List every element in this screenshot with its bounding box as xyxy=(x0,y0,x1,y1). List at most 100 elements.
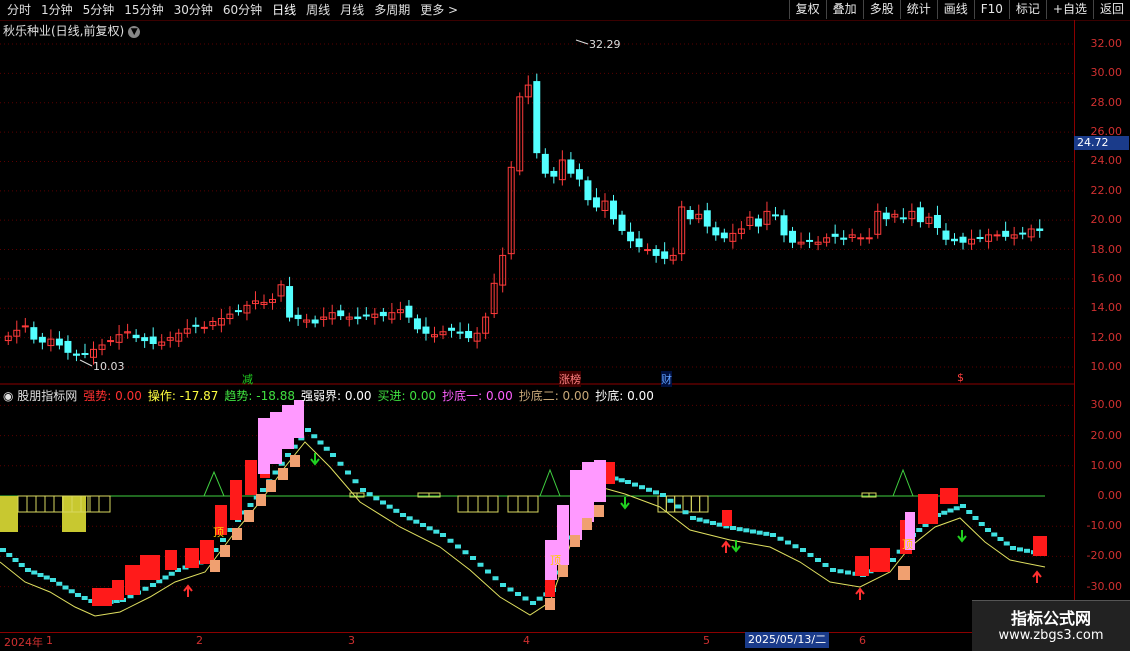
indicator-bar xyxy=(112,580,124,600)
chart-canvas[interactable] xyxy=(0,0,1130,650)
indicator-field: 强弱界: 0.00 xyxy=(300,389,372,403)
indicator-step xyxy=(492,576,499,581)
candle xyxy=(550,170,558,177)
indicator-step xyxy=(536,596,543,601)
indicator-step xyxy=(247,503,254,507)
candle xyxy=(933,214,941,229)
indicator-bar xyxy=(1033,536,1047,556)
indicator-step xyxy=(455,544,461,549)
event-label-finance[interactable]: 财 xyxy=(661,371,672,387)
date-axis-label: 3 xyxy=(348,634,355,647)
candle xyxy=(627,231,635,242)
indicator-step xyxy=(916,528,923,532)
indicator-bar xyxy=(185,548,199,568)
candle xyxy=(533,81,541,154)
indicator-step xyxy=(485,569,491,574)
indicator-box xyxy=(98,495,111,513)
indicator-step xyxy=(675,504,681,509)
indicator-step xyxy=(373,496,380,501)
indicator-step xyxy=(50,578,56,582)
indicator-step xyxy=(815,558,821,562)
price-axis-label: 32.00 xyxy=(1090,37,1123,50)
indicator-step xyxy=(756,530,763,535)
indicator-step xyxy=(477,562,484,567)
price-axis-label: 28.00 xyxy=(1090,95,1123,109)
indicator-step xyxy=(667,498,674,503)
candle xyxy=(789,230,797,243)
indicator-axis-label: -20.00 xyxy=(1086,549,1122,563)
indicator-step xyxy=(31,570,38,575)
candle xyxy=(831,233,839,237)
indicator-step xyxy=(947,508,954,513)
indicator-box xyxy=(17,495,28,513)
price-axis-label: 30.00 xyxy=(1090,66,1123,80)
triangle-signal xyxy=(203,470,225,497)
indicator-step xyxy=(690,516,696,520)
indicator-bar xyxy=(294,400,304,438)
indicator-step xyxy=(400,513,406,517)
indicator-step xyxy=(305,428,311,432)
indicator-field: 抄底: 0.00 xyxy=(595,389,654,403)
indicator-step xyxy=(837,569,844,574)
candle xyxy=(132,334,140,339)
indicator-step xyxy=(62,585,69,590)
candle xyxy=(635,238,643,248)
indicator-bar xyxy=(722,510,732,526)
indicator-bar xyxy=(258,418,270,474)
indicator-step xyxy=(380,500,386,505)
indicator-bar xyxy=(855,556,869,576)
indicator-bar xyxy=(870,548,890,572)
price-axis-label: 10.00 xyxy=(1090,360,1123,373)
top-marker: 顶 xyxy=(213,526,224,539)
indicator-bar xyxy=(140,555,160,580)
indicator-step xyxy=(366,492,373,497)
indicator-box xyxy=(527,495,539,513)
indicator-name[interactable]: ◉ 股朋指标网 xyxy=(3,389,77,403)
event-label-limit-up[interactable]: 涨榜 xyxy=(559,371,581,387)
candle xyxy=(149,336,157,345)
indicator-step xyxy=(972,516,979,520)
indicator-step xyxy=(632,482,638,487)
indicator-step xyxy=(830,568,836,572)
indicator-step xyxy=(1017,547,1023,552)
indicator-step xyxy=(966,510,973,514)
watermark-title: 指标公式网 xyxy=(1010,609,1091,628)
price-axis-label: 24.00 xyxy=(1090,154,1123,168)
indicator-step xyxy=(750,529,756,534)
indicator-box xyxy=(467,495,479,513)
indicator-field: 抄底一: 0.00 xyxy=(442,389,513,403)
indicator-box xyxy=(657,495,667,513)
event-label-dividend[interactable]: $ xyxy=(957,371,964,384)
indicator-field: 操作: -17.87 xyxy=(147,389,219,403)
indicator-step xyxy=(515,592,521,596)
price-axis-label: 20.00 xyxy=(1090,213,1123,227)
indicator-step xyxy=(317,440,324,445)
candle xyxy=(592,197,600,208)
candle xyxy=(107,340,115,343)
indicator-step xyxy=(447,538,454,543)
candle xyxy=(959,236,967,243)
indicator-bar xyxy=(570,470,582,540)
indicator-step xyxy=(6,553,13,557)
candle xyxy=(38,336,46,343)
pointer-line xyxy=(79,359,93,367)
indicator-step xyxy=(25,568,31,572)
candle xyxy=(865,237,873,240)
indicator-step xyxy=(420,523,426,527)
date-axis: 2024年 1 2 3 4 5 6 xyxy=(0,632,1075,651)
candle xyxy=(976,237,984,240)
candle xyxy=(754,218,762,227)
candle xyxy=(882,212,890,220)
indicator-step xyxy=(12,558,19,562)
indicator-bar xyxy=(570,535,580,547)
indicator-step xyxy=(625,480,631,484)
indicator-bar xyxy=(165,550,177,570)
candle xyxy=(55,338,63,346)
top-marker: 顶 xyxy=(550,554,561,567)
candle xyxy=(857,237,865,240)
indicator-box xyxy=(665,495,676,513)
indicator-step xyxy=(330,453,336,457)
candle xyxy=(771,214,779,217)
event-label-reduce[interactable]: 减 xyxy=(242,371,253,387)
indicator-box xyxy=(682,495,692,513)
